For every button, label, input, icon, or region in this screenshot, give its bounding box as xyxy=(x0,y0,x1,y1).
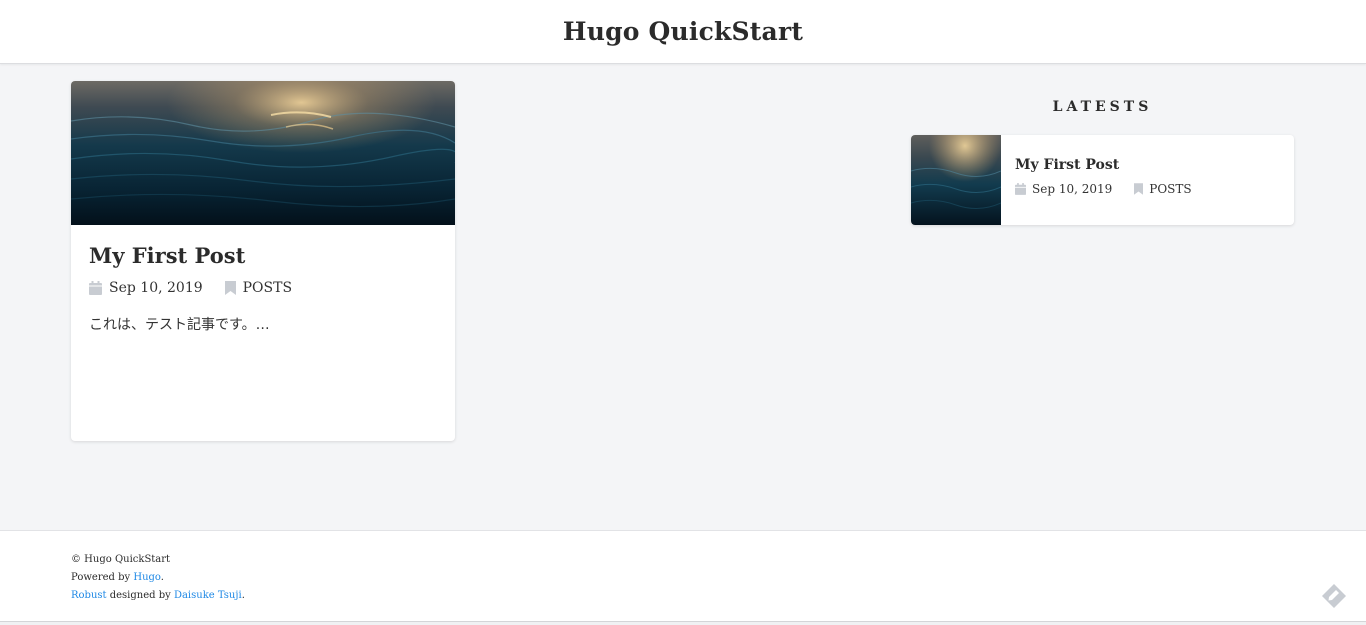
site-title-link[interactable]: Hugo QuickStart xyxy=(563,17,803,46)
author-link[interactable]: Daisuke Tsuji xyxy=(174,590,242,601)
footer-powered-prefix: Powered by xyxy=(71,572,134,583)
post-thumbnail[interactable] xyxy=(71,81,455,225)
post-card-body: My First Post Sep 10, 2019 POSTS これは、テスト… xyxy=(71,225,455,350)
site-footer: © Hugo QuickStart Powered by Hugo. Robus… xyxy=(0,530,1366,622)
sidebar-item-meta: Sep 10, 2019 POSTS xyxy=(1015,182,1214,196)
footer-designed-by: designed by xyxy=(106,590,174,601)
sidebar-item-category-text[interactable]: POSTS xyxy=(1149,182,1191,196)
footer-text: © Hugo QuickStart Powered by Hugo. Robus… xyxy=(71,551,245,605)
sidebar-heading: LATESTS xyxy=(1052,99,1153,115)
post-date-text: Sep 10, 2019 xyxy=(109,280,203,296)
sidebar-item-date-text: Sep 10, 2019 xyxy=(1032,182,1113,196)
pencil-tag-icon[interactable] xyxy=(1321,583,1347,609)
footer-powered-suffix: . xyxy=(160,572,164,583)
footer-copyright: © Hugo QuickStart xyxy=(71,554,171,565)
sidebar-item-category[interactable]: POSTS xyxy=(1134,182,1192,196)
post-category-text[interactable]: POSTS xyxy=(243,280,292,296)
footer-powered: Powered by Hugo. xyxy=(71,569,245,587)
post-meta: Sep 10, 2019 POSTS xyxy=(89,280,437,296)
sidebar-item-title[interactable]: My First Post xyxy=(1015,157,1214,173)
calendar-icon xyxy=(89,281,102,295)
sidebar-item-thumbnail[interactable] xyxy=(911,135,1001,225)
bookmark-icon xyxy=(1134,183,1144,195)
footer-theme: Robust designed by Daisuke Tsuji. xyxy=(71,587,245,605)
post-title[interactable]: My First Post xyxy=(89,243,437,268)
robust-theme-link[interactable]: Robust xyxy=(71,590,107,601)
footer-author-suffix: . xyxy=(241,590,245,601)
site-header: Hugo QuickStart xyxy=(0,0,1366,64)
post-date: Sep 10, 2019 xyxy=(89,280,203,296)
calendar-icon xyxy=(1015,183,1026,195)
bookmark-icon xyxy=(224,281,236,295)
hugo-link[interactable]: Hugo xyxy=(133,572,160,583)
sidebar-item-body: My First Post Sep 10, 2019 POSTS xyxy=(1001,135,1228,225)
post-card[interactable]: My First Post Sep 10, 2019 POSTS これは、テスト… xyxy=(71,81,455,441)
sidebar-latest-item[interactable]: My First Post Sep 10, 2019 POSTS xyxy=(911,135,1294,225)
post-category[interactable]: POSTS xyxy=(224,280,292,296)
sidebar-item-date: Sep 10, 2019 xyxy=(1015,182,1112,196)
post-excerpt: これは、テスト記事です。… xyxy=(89,317,270,333)
